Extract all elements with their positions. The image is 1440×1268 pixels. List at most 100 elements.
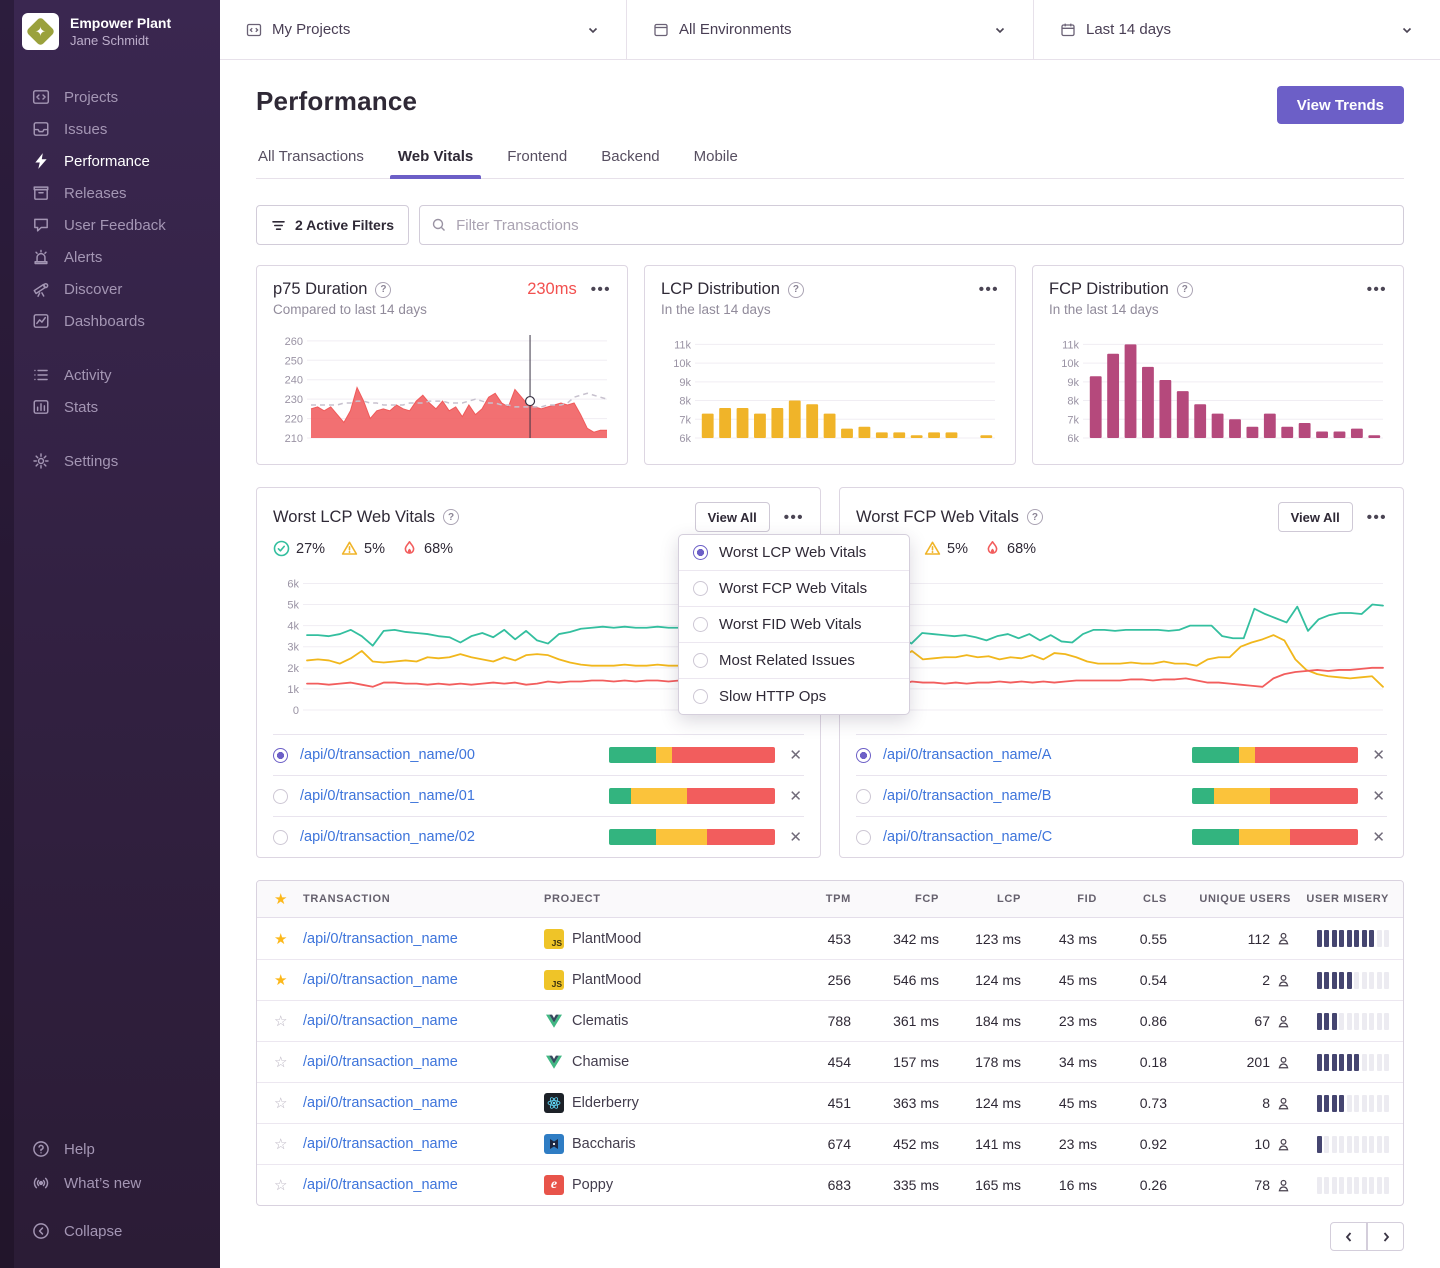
org-switcher[interactable]: ✦ Empower Plant Jane Schmidt <box>0 0 220 63</box>
tab-all-transactions[interactable]: All Transactions <box>256 148 366 178</box>
sidebar-item-user-feedback[interactable]: User Feedback <box>0 209 220 241</box>
ellipsis-menu-icon[interactable]: ••• <box>591 282 611 297</box>
sidebar-item-collapse[interactable]: Collapse <box>0 1214 220 1248</box>
star-toggle[interactable]: ☆ <box>257 1012 303 1030</box>
sidebar-item-projects[interactable]: Projects <box>0 81 220 113</box>
radio-icon[interactable] <box>273 748 288 763</box>
transaction-link[interactable]: /api/0/transaction_name <box>303 1013 544 1029</box>
close-icon[interactable]: ✕ <box>1370 787 1387 805</box>
column-header-unique-users[interactable]: UNIQUE USERS <box>1167 893 1291 905</box>
star-toggle[interactable]: ☆ <box>257 1176 303 1194</box>
header-star-icon[interactable]: ★ <box>257 890 303 908</box>
sidebar-item-activity[interactable]: Activity <box>0 359 220 391</box>
star-toggle[interactable]: ☆ <box>257 1053 303 1071</box>
close-icon[interactable]: ✕ <box>787 746 804 764</box>
sidebar-item-what-s-new[interactable]: What’s new <box>0 1166 220 1200</box>
radio-icon[interactable] <box>856 830 871 845</box>
radio-icon[interactable] <box>856 748 871 763</box>
lcp-distribution-chart: 11k10k9k8k7k6k <box>661 329 999 447</box>
close-icon[interactable]: ✕ <box>787 787 804 805</box>
transaction-link[interactable]: /api/0/transaction_name <box>303 931 544 947</box>
tab-frontend[interactable]: Frontend <box>505 148 569 178</box>
help-icon[interactable]: ? <box>1027 509 1043 525</box>
tab-backend[interactable]: Backend <box>599 148 661 178</box>
sparkle-icon: ✦ <box>22 13 59 50</box>
project-cell[interactable]: JSPlantMood <box>544 929 779 949</box>
menu-item-worst-fcp-web-vitals[interactable]: Worst FCP Web Vitals <box>679 570 909 606</box>
project-cell[interactable]: Chamise <box>544 1052 779 1072</box>
column-header-project[interactable]: PROJECT <box>544 893 779 905</box>
ellipsis-menu-icon[interactable]: ••• <box>784 510 804 525</box>
sidebar-item-dashboards[interactable]: Dashboards <box>0 305 220 337</box>
transaction-link[interactable]: /api/0/transaction_name/C <box>883 829 1180 845</box>
next-page-button[interactable] <box>1367 1222 1404 1251</box>
worst-lcp-card: Worst LCP Web Vitals? View All ••• 27%5%… <box>256 487 821 858</box>
transaction-link[interactable]: /api/0/transaction_name <box>303 1177 544 1193</box>
transaction-link[interactable]: /api/0/transaction_name/00 <box>300 747 597 763</box>
search-input[interactable] <box>419 205 1404 245</box>
radio-icon[interactable] <box>273 830 288 845</box>
menu-item-worst-fid-web-vitals[interactable]: Worst FID Web Vitals <box>679 606 909 642</box>
transaction-link[interactable]: /api/0/transaction_name <box>303 1095 544 1111</box>
environment-selector[interactable]: All Environments <box>626 0 1033 59</box>
transaction-link[interactable]: /api/0/transaction_name/A <box>883 747 1180 763</box>
ellipsis-menu-icon[interactable]: ••• <box>1367 510 1387 525</box>
menu-item-most-related-issues[interactable]: Most Related Issues <box>679 642 909 678</box>
sidebar-item-issues[interactable]: Issues <box>0 113 220 145</box>
menu-item-slow-http-ops[interactable]: Slow HTTP Ops <box>679 678 909 714</box>
ellipsis-menu-icon[interactable]: ••• <box>1367 282 1387 297</box>
column-header-user-misery[interactable]: USER MISERY <box>1291 893 1403 905</box>
transaction-link[interactable]: /api/0/transaction_name <box>303 1054 544 1070</box>
close-icon[interactable]: ✕ <box>1370 828 1387 846</box>
tab-web-vitals[interactable]: Web Vitals <box>396 148 475 178</box>
project-cell[interactable]: ePoppy <box>544 1175 779 1195</box>
project-selector[interactable]: My Projects <box>220 0 626 59</box>
tab-mobile[interactable]: Mobile <box>692 148 740 178</box>
help-icon[interactable]: ? <box>1177 282 1193 298</box>
transaction-link[interactable]: /api/0/transaction_name/02 <box>300 829 597 845</box>
radio-icon[interactable] <box>856 789 871 804</box>
close-icon[interactable]: ✕ <box>787 828 804 846</box>
sidebar-item-discover[interactable]: Discover <box>0 273 220 305</box>
ellipsis-menu-icon[interactable]: ••• <box>979 282 999 297</box>
sidebar-item-settings[interactable]: Settings <box>0 445 220 477</box>
column-header-tpm[interactable]: TPM <box>779 893 851 905</box>
column-header-lcp[interactable]: LCP <box>939 893 1021 905</box>
star-toggle[interactable]: ★ <box>257 930 303 948</box>
sidebar-item-releases[interactable]: Releases <box>0 177 220 209</box>
close-icon[interactable]: ✕ <box>1370 746 1387 764</box>
transaction-link[interactable]: /api/0/transaction_name <box>303 1136 544 1152</box>
transaction-link[interactable]: /api/0/transaction_name <box>303 972 544 988</box>
view-all-button[interactable]: View All <box>695 502 770 532</box>
sidebar-item-stats[interactable]: Stats <box>0 391 220 423</box>
column-header-transaction[interactable]: TRANSACTION <box>303 893 544 905</box>
sidebar-item-label: Releases <box>64 185 127 202</box>
project-cell[interactable]: Clematis <box>544 1011 779 1031</box>
sidebar-item-performance[interactable]: Performance <box>0 145 220 177</box>
project-cell[interactable]: Elderberry <box>544 1093 779 1113</box>
transaction-link[interactable]: /api/0/transaction_name/B <box>883 788 1180 804</box>
radio-icon[interactable] <box>273 789 288 804</box>
unique-users-cell: 78 <box>1167 1177 1291 1193</box>
view-trends-button[interactable]: View Trends <box>1277 86 1404 124</box>
project-cell[interactable]: JSPlantMood <box>544 970 779 990</box>
star-toggle[interactable]: ☆ <box>257 1135 303 1153</box>
column-header-fid[interactable]: FID <box>1021 893 1097 905</box>
active-filters-button[interactable]: 2 Active Filters <box>256 205 409 245</box>
transaction-link[interactable]: /api/0/transaction_name/01 <box>300 788 597 804</box>
help-icon[interactable]: ? <box>443 509 459 525</box>
date-range-selector[interactable]: Last 14 days <box>1033 0 1440 59</box>
sidebar-item-alerts[interactable]: Alerts <box>0 241 220 273</box>
column-header-fcp[interactable]: FCP <box>851 893 939 905</box>
help-icon[interactable]: ? <box>788 282 804 298</box>
star-toggle[interactable]: ☆ <box>257 1094 303 1112</box>
help-icon[interactable]: ? <box>375 282 391 298</box>
unique-users-cell: 8 <box>1167 1095 1291 1111</box>
menu-item-worst-lcp-web-vitals[interactable]: Worst LCP Web Vitals <box>679 535 909 570</box>
project-cell[interactable]: Baccharis <box>544 1134 779 1154</box>
column-header-cls[interactable]: CLS <box>1097 893 1167 905</box>
sidebar-item-help[interactable]: Help <box>0 1132 220 1166</box>
view-all-button[interactable]: View All <box>1278 502 1353 532</box>
previous-page-button[interactable] <box>1330 1222 1367 1251</box>
star-toggle[interactable]: ★ <box>257 971 303 989</box>
